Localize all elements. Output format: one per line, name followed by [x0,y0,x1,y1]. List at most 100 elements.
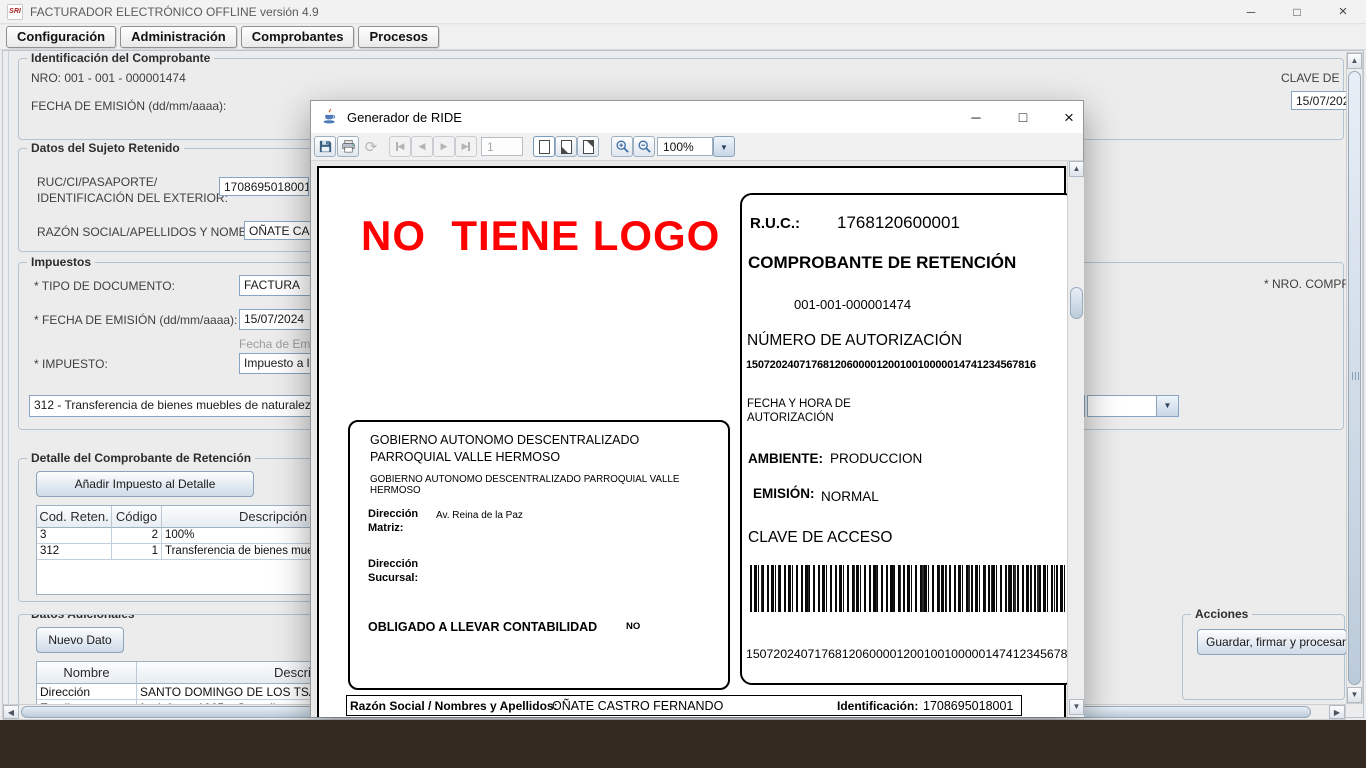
refresh-icon[interactable]: ⟳ [360,136,382,157]
identificacion-value: 1708695018001 [923,699,1013,713]
fecha-emision-imp-label: * FECHA DE EMISIÓN (dd/mm/aaaa): [34,313,237,327]
razon-social-label: Razón Social / Nombres y Apellidos: [350,699,558,713]
doc-number: 001-001-000001474 [794,297,911,312]
scroll-down-icon[interactable]: ▼ [1347,687,1362,703]
fit-width-view-button[interactable] [577,136,599,157]
razon-social-value: OÑATE CASTRO FERNANDO [552,699,723,713]
scroll-left-icon[interactable]: ◀ [3,705,19,719]
direccion-matriz-label-2: Matriz: [368,522,403,534]
ruc-label-line2: IDENTIFICACIÓN DEL EXTERIOR: [37,191,228,205]
cell-codigo[interactable]: 2 [112,528,162,544]
next-page-button[interactable]: ▶ [433,136,455,157]
emision-value: NORMAL [821,489,879,504]
group-impuestos-title: Impuestos [27,256,95,269]
header-cod-reten[interactable]: Cod. Reten. [37,506,112,528]
ruc-field[interactable]: 1708695018001 [219,177,309,196]
dialog-close-button[interactable]: × [1051,106,1087,129]
menu-procesos[interactable]: Procesos [358,26,439,48]
group-identificacion-title: Identificación del Comprobante [27,52,214,65]
save-button[interactable] [314,136,336,157]
direccion-sucursal-label-1: Dirección [368,558,418,570]
ride-emisor-box: GOBIERNO AUTONOMO DESCENTRALIZADO PARROQ… [348,420,730,690]
menu-comprobantes[interactable]: Comprobantes [241,26,355,48]
autorizacion-value: 1507202407176812060000120010010000014741… [746,359,1036,371]
zoom-level-field[interactable]: 100% [657,137,713,156]
no-logo-text: NO TIENE LOGO [361,212,720,260]
header-codigo[interactable]: Código [112,506,162,528]
ambiente-label: AMBIENTE: [748,451,823,466]
menu-administracion[interactable]: Administración [120,26,237,48]
taskbar: 1 24°C Mayorm. nublado Búsqueda X W [0,720,1366,768]
single-page-view-button[interactable] [533,136,555,157]
zoom-out-icon[interactable] [633,136,655,157]
cell-nombre[interactable]: Dirección [37,684,137,700]
header-nombre[interactable]: Nombre [37,662,137,684]
emision-label: EMISIÓN: [753,486,815,501]
fecha-autorizacion-label-2: AUTORIZACIÓN [747,412,834,424]
direccion-sucursal-label-2: Sucursal: [368,572,418,584]
scroll-up-icon[interactable]: ▲ [1347,53,1362,69]
fit-page-view-button[interactable] [555,136,577,157]
last-page-button[interactable]: ▶ [455,136,477,157]
nuevo-dato-button[interactable]: Nuevo Dato [36,627,124,653]
identificacion-label: Identificación: [837,699,918,713]
direccion-matriz-value: Av. Reina de la Paz [436,510,523,521]
doc-title: COMPROBANTE DE RETENCIÓN [748,253,1016,273]
retencion-combo[interactable]: ▼ [1087,395,1179,417]
autorizacion-label: NÚMERO DE AUTORIZACIÓN [747,332,962,350]
nro-comprobante-text: NRO: 001 - 001 - 000001474 [31,71,186,85]
dialog-title: Generador de RIDE [347,110,462,125]
vertical-scroll-thumb[interactable] [1348,71,1361,685]
prev-page-button[interactable]: ◀ [411,136,433,157]
group-adicionales-title: Datos Adicionales [27,614,139,621]
java-icon [321,108,338,130]
add-impuesto-button[interactable]: Añadir Impuesto al Detalle [36,471,254,497]
dialog-scroll-down-icon[interactable]: ▼ [1069,699,1084,715]
ride-info-box: R.U.C.: 1768120600001 COMPROBANTE DE RET… [740,193,1067,685]
first-page-button[interactable]: ◀ [389,136,411,157]
zoom-combo-arrow-icon[interactable]: ▼ [713,136,735,157]
app-title: FACTURADOR ELECTRÓNICO OFFLINE versión 4… [30,5,319,19]
fecha-emision-label: FECHA DE EMISIÓN (dd/mm/aaaa): [31,99,226,113]
scroll-right-icon[interactable]: ▶ [1329,705,1345,719]
menu-configuracion[interactable]: Configuración [6,26,116,48]
print-button[interactable] [337,136,359,157]
dialog-maximize-button[interactable]: □ [1005,106,1041,129]
ruc-value: 1768120600001 [837,213,960,233]
guardar-firmar-button[interactable]: Guardar, firmar y procesar [1197,629,1347,655]
tipo-documento-label: * TIPO DE DOCUMENTO: [34,279,175,293]
minimize-button[interactable]: ─ [1228,0,1274,24]
sri-logo-icon: SRI [7,4,23,20]
vertical-scrollbar[interactable]: ▲ ▼ [1346,52,1363,704]
impuesto-label: * IMPUESTO: [34,357,108,371]
dialog-scroll-up-icon[interactable]: ▲ [1069,161,1084,177]
zoom-in-icon[interactable] [611,136,633,157]
clave-acceso-label: CLAVE DE ACCESO [1281,71,1341,85]
ride-preview-area: NO TIENE LOGO R.U.C.: 1768120600001 COMP… [311,161,1067,717]
fecha-autorizacion-label-1: FECHA Y HORA DE [747,398,851,410]
ride-page: NO TIENE LOGO R.U.C.: 1768120600001 COMP… [317,166,1066,717]
group-detalle-title: Detalle del Comprobante de Retención [27,452,255,465]
emisor-nombre-secundario: GOBIERNO AUTONOMO DESCENTRALIZADO PARROQ… [370,474,725,496]
group-sujeto-title: Datos del Sujeto Retenido [27,142,184,155]
dialog-titlebar[interactable]: Generador de RIDE ─ □ × [311,101,1083,133]
barcode [750,565,1067,612]
cell-cod[interactable]: 3 [37,528,112,544]
contabilidad-value: NO [626,621,640,632]
ambiente-value: PRODUCCION [830,451,922,466]
page-number-field[interactable]: 1 [481,137,523,156]
clave-acceso-value: 1507202407176812060000120010010000014741… [746,647,1067,661]
combo-arrow-icon[interactable]: ▼ [1156,396,1178,416]
dialog-toolbar: ⟳ ◀ ◀ ▶ ▶ 1 100% ▼ [311,133,1083,161]
cell-codigo[interactable]: 1 [112,544,162,560]
cell-cod[interactable]: 312 [37,544,112,560]
close-button[interactable]: × [1320,0,1366,24]
razon-social-label: RAZÓN SOCIAL/APELLIDOS Y NOMBRES: [37,225,275,239]
dialog-minimize-button[interactable]: ─ [958,106,994,129]
nro-comprobante-label: * NRO. COMPROBANTE [1264,277,1346,291]
maximize-button[interactable]: □ [1274,0,1320,24]
contabilidad-label: OBLIGADO A LLEVAR CONTABILIDAD [368,620,597,634]
dialog-vertical-scrollbar[interactable]: ▲ ▼ [1067,161,1084,717]
direccion-matriz-label-1: Dirección [368,508,418,520]
dialog-scroll-thumb[interactable] [1070,287,1083,319]
